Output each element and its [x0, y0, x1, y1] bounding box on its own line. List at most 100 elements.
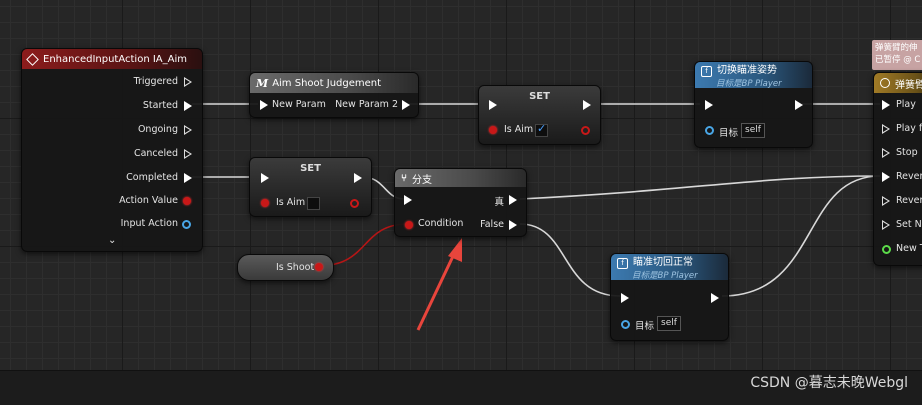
- timeline-clock-icon: [880, 78, 890, 88]
- pin-reverse-from-end-label: Revers: [896, 195, 922, 206]
- pin-exec-in[interactable]: [261, 173, 269, 183]
- pin-stop[interactable]: [882, 148, 890, 158]
- pin-condition[interactable]: [405, 221, 413, 229]
- expand-chevron-icon[interactable]: ⌄: [108, 235, 116, 246]
- node-header: M Aim Shoot Judgement: [250, 73, 418, 93]
- pin-is-aim-in[interactable]: [261, 199, 269, 207]
- function-icon: f: [701, 66, 712, 77]
- pin-triggered[interactable]: [184, 77, 192, 87]
- pin-is-aim-in[interactable]: [489, 126, 497, 134]
- node-title: Aim Shoot Judgement: [272, 77, 382, 89]
- pin-action-value-label: Action Value: [119, 195, 178, 206]
- is-aim-checkbox[interactable]: [535, 122, 548, 137]
- pin-target-label: 目标: [635, 321, 655, 332]
- pin-true-label: 真: [494, 197, 504, 208]
- pin-ongoing[interactable]: [184, 125, 192, 135]
- pin-action-value[interactable]: [183, 197, 191, 205]
- pin-reverse-label: Revers: [896, 171, 922, 182]
- wire-false-to-aimreturn: [519, 223, 621, 297]
- pin-exec-in[interactable]: [489, 100, 497, 110]
- pin-canceled-label: Canceled: [133, 148, 178, 159]
- pin-triggered-label: Triggered: [133, 76, 178, 87]
- event-diamond-icon: [26, 52, 39, 66]
- macro-icon: M: [256, 76, 269, 90]
- pin-canceled[interactable]: [184, 149, 192, 159]
- pin-is-shoot-out[interactable]: [315, 263, 323, 271]
- pin-out-label: New Param 2: [335, 99, 398, 110]
- pin-reverse[interactable]: [882, 172, 890, 182]
- pin-input-action[interactable]: [182, 220, 191, 229]
- comment-line-2: 已暂停 @ C: [875, 55, 921, 65]
- node-subtitle: 目标是BP Player: [716, 79, 782, 88]
- node-aim-return-normal[interactable]: f 瞄准切回正常 目标是BP Player 目标 self: [610, 253, 729, 341]
- is-aim-checkbox[interactable]: [307, 197, 320, 210]
- annotation-arrow: [416, 238, 462, 331]
- node-title-row: f 瞄准切回正常: [617, 254, 693, 269]
- node-title: SET: [529, 91, 550, 102]
- node-set-is-aim-false[interactable]: SET Is Aim: [249, 157, 372, 217]
- node-branch[interactable]: ⑂ 分支 真 Condition False: [394, 168, 527, 237]
- node-aim-shoot-judgement[interactable]: M Aim Shoot Judgement New Param New Para…: [249, 72, 419, 118]
- pin-play-from-start[interactable]: [882, 124, 890, 134]
- node-comment-bubble: 弹簧臂的伸 已暂停 @ C: [872, 40, 922, 70]
- target-self-field[interactable]: self: [657, 316, 681, 331]
- pin-reverse-from-end[interactable]: [882, 196, 890, 206]
- node-timeline-spring-arm[interactable]: 弹簧臂 Play Play fr Stop Revers Revers Set …: [873, 72, 922, 266]
- pin-play[interactable]: [882, 100, 890, 110]
- pin-exec-out[interactable]: [402, 100, 410, 110]
- node-header: 弹簧臂: [874, 73, 922, 93]
- pin-stop-label: Stop: [896, 147, 918, 158]
- pin-true[interactable]: [509, 195, 517, 205]
- pin-completed-label: Completed: [126, 172, 178, 183]
- node-header: f 切换瞄准姿势 目标是BP Player: [695, 62, 812, 88]
- var-label: Is Shoot: [276, 262, 315, 273]
- node-title: 分支: [412, 174, 432, 186]
- pin-set-new-time[interactable]: [882, 220, 890, 230]
- pin-exec-out[interactable]: [711, 293, 719, 303]
- function-icon: f: [617, 258, 628, 269]
- pin-started[interactable]: [184, 101, 192, 111]
- wire-aimreturn-to-timeline: [721, 175, 881, 297]
- pin-exec-in[interactable]: [621, 293, 629, 303]
- branch-icon: ⑂: [401, 172, 407, 184]
- pin-target[interactable]: [621, 320, 630, 329]
- pin-exec-in[interactable]: [404, 195, 412, 205]
- pin-ongoing-label: Ongoing: [137, 124, 178, 135]
- pin-exec-out[interactable]: [354, 173, 362, 183]
- pin-new-time[interactable]: [882, 245, 891, 254]
- pin-false[interactable]: [509, 220, 517, 230]
- node-subtitle: 目标是BP Player: [632, 271, 698, 280]
- pin-exec-out[interactable]: [583, 100, 591, 110]
- pin-target-label: 目标: [719, 128, 739, 139]
- pin-input-action-label: Input Action: [120, 218, 178, 229]
- wire-true-to-timeline: [519, 175, 881, 200]
- pin-play-from-start-label: Play fr: [896, 123, 922, 134]
- node-is-shoot-getter[interactable]: Is Shoot: [237, 254, 334, 281]
- pin-in-label: New Param: [272, 99, 326, 110]
- target-self-field[interactable]: self: [741, 123, 765, 138]
- node-title-row: f 切换瞄准姿势: [701, 62, 777, 77]
- node-title: 瞄准切回正常: [633, 257, 693, 268]
- pin-false-label: False: [480, 219, 504, 230]
- node-set-is-aim-true[interactable]: SET Is Aim: [478, 85, 601, 145]
- watermark-text: CSDN @暮志未晚Webgl: [750, 375, 908, 391]
- var-label: Is Aim: [276, 197, 306, 208]
- comment-line-1: 弹簧臂的伸: [875, 43, 918, 53]
- node-switch-aim-pose[interactable]: f 切换瞄准姿势 目标是BP Player 目标 self: [694, 61, 813, 148]
- pin-set-new-time-label: Set Ne: [896, 219, 922, 230]
- pin-target[interactable]: [705, 126, 714, 135]
- var-label: Is Aim: [504, 124, 534, 135]
- pin-is-aim-out[interactable]: [350, 199, 359, 208]
- pin-exec-in[interactable]: [705, 100, 713, 110]
- pin-exec-in[interactable]: [260, 100, 268, 110]
- pin-condition-label: Condition: [418, 218, 464, 229]
- pin-is-aim-out[interactable]: [581, 126, 590, 135]
- node-header: ⑂ 分支: [395, 169, 526, 187]
- node-title: 切换瞄准姿势: [717, 65, 777, 76]
- node-enhanced-input-action[interactable]: EnhancedInputAction IA_Aim Triggered Sta…: [21, 48, 203, 252]
- pin-exec-out[interactable]: [795, 100, 803, 110]
- node-header: EnhancedInputAction IA_Aim: [22, 49, 202, 69]
- pin-new-time-label: New T: [896, 243, 922, 254]
- pin-started-label: Started: [142, 100, 178, 111]
- pin-completed[interactable]: [184, 173, 192, 183]
